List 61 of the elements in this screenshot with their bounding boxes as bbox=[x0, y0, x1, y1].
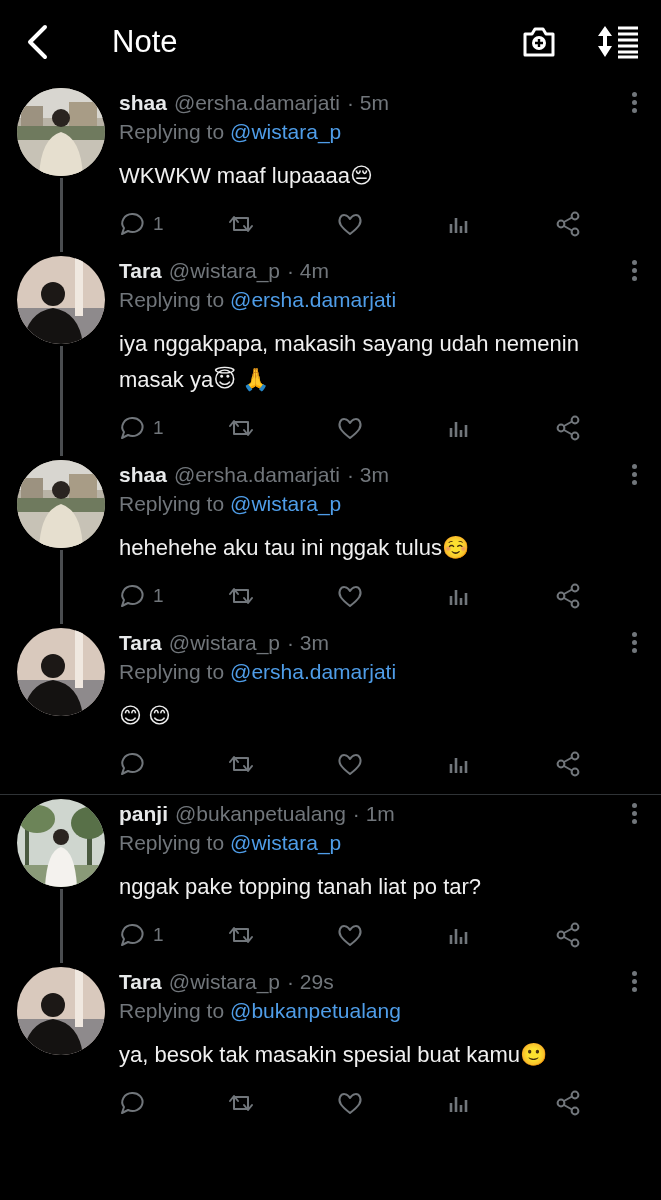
share-icon[interactable] bbox=[555, 583, 581, 609]
share-icon[interactable] bbox=[555, 415, 581, 441]
heart-icon[interactable] bbox=[337, 1090, 363, 1116]
user-name[interactable]: Tara bbox=[119, 967, 162, 996]
timestamp: · 3m bbox=[287, 630, 329, 656]
reply-count: 1 bbox=[153, 213, 164, 235]
tweet-text: 😊 😊 bbox=[119, 702, 172, 730]
heart-icon[interactable] bbox=[337, 922, 363, 948]
share-icon[interactable] bbox=[555, 751, 581, 777]
user-handle: @wistara_p bbox=[168, 969, 280, 996]
replying-label: Replying to bbox=[119, 831, 225, 854]
replying-label: Replying to bbox=[119, 492, 225, 515]
share-icon[interactable] bbox=[555, 922, 581, 948]
user-name[interactable]: shaa bbox=[119, 88, 167, 117]
tweet-text: nggak pake topping tanah liat po tar? bbox=[119, 873, 483, 901]
reply-count: 1 bbox=[153, 417, 164, 439]
reply-icon[interactable] bbox=[119, 751, 145, 777]
sort-icon[interactable] bbox=[597, 24, 641, 60]
mention-link[interactable]: @wistara_p bbox=[230, 120, 342, 143]
user-name[interactable]: shaa bbox=[119, 460, 167, 489]
replying-label: Replying to bbox=[119, 120, 225, 143]
page-title: Note bbox=[112, 24, 179, 60]
user-name[interactable]: Tara bbox=[119, 256, 162, 285]
timestamp: · 3m bbox=[346, 462, 389, 488]
user-handle: @ersha.damarjati bbox=[173, 90, 340, 116]
tweet-text: iya nggakpapa, makasih sayang udah nemenin masak ya😇 🙏 bbox=[119, 330, 580, 394]
heart-icon[interactable] bbox=[337, 415, 363, 441]
replying-label: Replying to bbox=[119, 288, 225, 311]
reply-count: 1 bbox=[153, 585, 164, 607]
tweet-text: ya, besok tak masakin spesial buat kamu🙂 bbox=[119, 1041, 549, 1069]
user-name[interactable]: panji bbox=[119, 799, 168, 828]
mention-link[interactable]: @ersha.damarjati bbox=[230, 288, 397, 311]
mention-link[interactable]: @bukanpetualang bbox=[230, 999, 401, 1022]
timestamp: · 29s bbox=[287, 969, 334, 995]
user-handle: @wistara_p bbox=[168, 258, 280, 285]
mention-link[interactable]: @ersha.damarjati bbox=[230, 660, 397, 683]
reply-icon[interactable] bbox=[119, 211, 145, 237]
timestamp: · 1m bbox=[352, 801, 395, 827]
reply-icon[interactable] bbox=[119, 922, 145, 948]
user-handle: @bukanpetualang bbox=[175, 801, 346, 827]
mention-link[interactable]: @wistara_p bbox=[230, 492, 342, 515]
replying-label: Replying to bbox=[119, 660, 225, 683]
timestamp: · 4m bbox=[287, 258, 329, 284]
tweet-text: WKWKW maaf lupaaaa😔 bbox=[119, 162, 374, 190]
tweet-text: hehehehe aku tau ini nggak tulus☺ bbox=[119, 534, 470, 562]
share-icon[interactable] bbox=[555, 1090, 581, 1116]
reply-icon[interactable] bbox=[119, 583, 145, 609]
heart-icon[interactable] bbox=[337, 211, 363, 237]
user-handle: @ersha.damarjati bbox=[173, 462, 340, 488]
heart-icon[interactable] bbox=[337, 583, 363, 609]
reply-icon[interactable] bbox=[119, 1090, 145, 1116]
mention-link[interactable]: @wistara_p bbox=[230, 831, 342, 854]
reply-count: 1 bbox=[153, 924, 164, 946]
share-icon[interactable] bbox=[555, 211, 581, 237]
back-icon[interactable] bbox=[26, 24, 48, 60]
reply-icon[interactable] bbox=[119, 415, 145, 441]
user-handle: @wistara_p bbox=[168, 630, 280, 657]
user-name[interactable]: Tara bbox=[119, 628, 162, 657]
heart-icon[interactable] bbox=[337, 751, 363, 777]
replying-label: Replying to bbox=[119, 999, 225, 1022]
timestamp: · 5m bbox=[346, 90, 389, 116]
